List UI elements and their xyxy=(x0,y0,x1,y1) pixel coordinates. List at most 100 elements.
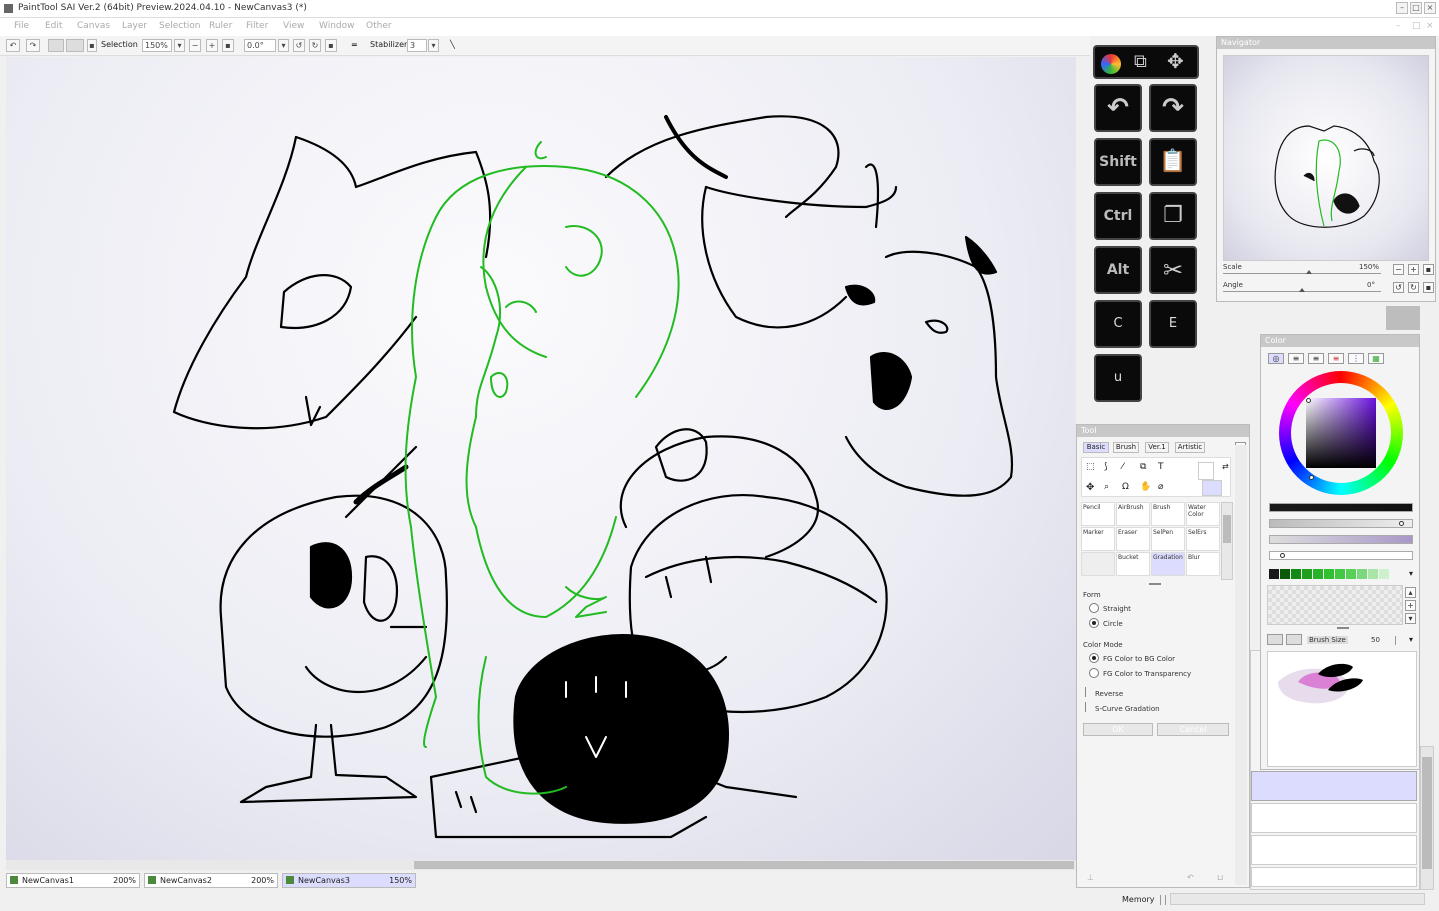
brush-size-dropdown-icon[interactable]: ▾ xyxy=(1409,635,1413,644)
swatch-9[interactable] xyxy=(1357,569,1367,579)
swatch-2[interactable] xyxy=(1280,569,1290,579)
minimize-icon[interactable]: – xyxy=(1396,2,1408,14)
menu-restore-icon[interactable]: □ xyxy=(1412,21,1421,31)
scratch-plus-icon[interactable]: + xyxy=(1405,600,1416,611)
mode-fg-trans-radio[interactable] xyxy=(1089,668,1099,678)
layer-move-icon[interactable]: ⧉ xyxy=(1140,462,1146,472)
rotate-reset-icon[interactable]: ▪ xyxy=(325,39,337,52)
rotate-left-icon[interactable]: ↺ xyxy=(293,39,305,52)
menu-other[interactable]: Other xyxy=(366,21,392,31)
scratch-down-icon[interactable]: ▾ xyxy=(1405,613,1416,624)
layer-row[interactable] xyxy=(1251,835,1417,865)
alt-key[interactable]: Alt xyxy=(1094,246,1142,294)
sv-cursor[interactable] xyxy=(1306,398,1311,403)
color-wheel-icon[interactable] xyxy=(1101,54,1121,74)
tool-eraser[interactable]: Eraser xyxy=(1116,527,1150,551)
scratch-splitter[interactable] xyxy=(1337,627,1349,629)
swatch-1[interactable] xyxy=(1269,569,1279,579)
tab-artistic[interactable]: Artistic xyxy=(1175,442,1205,453)
scale-reset-icon[interactable]: ▪ xyxy=(1423,264,1434,275)
tool-grid-scroll-thumb[interactable] xyxy=(1223,515,1231,543)
layer-row[interactable] xyxy=(1251,803,1417,833)
brush-preset-1[interactable] xyxy=(1267,634,1283,645)
tab-brush[interactable]: Brush xyxy=(1113,442,1139,453)
menu-view[interactable]: View xyxy=(283,21,304,31)
alpha-slider-handle[interactable] xyxy=(1280,553,1285,558)
hsv-slider-mode-icon[interactable]: ≡ xyxy=(1308,353,1324,364)
zoom-out-icon[interactable]: − xyxy=(189,39,201,52)
navigator-preview[interactable] xyxy=(1223,55,1429,261)
swatch-10[interactable] xyxy=(1368,569,1378,579)
drawing-canvas[interactable] xyxy=(6,57,1076,860)
swatch-dropdown-icon[interactable]: ▾ xyxy=(1409,569,1413,578)
rotate-tool-icon[interactable]: Ω xyxy=(1122,482,1129,492)
layer-scrollbar[interactable] xyxy=(1420,746,1434,890)
swap-colors-icon[interactable]: ⇄ xyxy=(1222,462,1229,471)
tool-empty[interactable] xyxy=(1081,552,1115,576)
swatch-8[interactable] xyxy=(1346,569,1356,579)
tool-brush[interactable]: Brush xyxy=(1151,502,1185,526)
angle-field[interactable]: 0.0° xyxy=(244,39,276,52)
maximize-icon[interactable]: □ xyxy=(1410,2,1422,14)
zoom-reset-icon[interactable]: ▪ xyxy=(222,39,234,52)
rgb-slider-b[interactable] xyxy=(1269,535,1413,544)
menu-selection[interactable]: Selection xyxy=(159,21,200,31)
layer-panel-scroll[interactable] xyxy=(1386,306,1420,330)
rotate-reset-nav-icon[interactable]: ▪ xyxy=(1423,282,1434,293)
flip-icon[interactable]: = xyxy=(351,40,358,49)
tool-gradation[interactable]: Gradation xyxy=(1151,552,1185,576)
zoom-in-icon[interactable]: + xyxy=(206,39,218,52)
rotate-left-nav-icon[interactable]: ↺ xyxy=(1393,282,1404,293)
layer-row-selected[interactable] xyxy=(1251,771,1417,801)
canvas-horizontal-scrollbar[interactable] xyxy=(6,860,1076,870)
rotate-right-icon[interactable]: ↻ xyxy=(309,39,321,52)
zoom-dropdown-icon[interactable]: ▾ xyxy=(174,39,185,52)
rgb-slider-mode-icon[interactable]: ≡ xyxy=(1288,353,1304,364)
reverse-checkbox[interactable] xyxy=(1085,687,1086,697)
scurve-checkbox[interactable] xyxy=(1085,702,1086,712)
fg-color-box[interactable] xyxy=(1198,462,1214,480)
layer-scrollbar-thumb[interactable] xyxy=(1422,757,1432,869)
menu-minimize-icon[interactable]: – xyxy=(1396,21,1401,31)
swatch-3[interactable] xyxy=(1291,569,1301,579)
swatch-6[interactable] xyxy=(1324,569,1334,579)
tool-footer-icon-3[interactable]: ⊔ xyxy=(1217,873,1223,882)
redo-key-icon[interactable]: ↷ xyxy=(1149,84,1197,132)
undo-key-icon[interactable]: ↶ xyxy=(1094,84,1142,132)
hue-cursor[interactable] xyxy=(1309,475,1314,480)
g-slider-handle[interactable] xyxy=(1399,521,1404,526)
ctrl-key[interactable]: Ctrl xyxy=(1094,192,1142,240)
tab-ver1[interactable]: Ver.1 xyxy=(1145,442,1169,453)
menu-edit[interactable]: Edit xyxy=(45,21,62,31)
clipboard-icon[interactable]: 📋 xyxy=(1149,138,1197,186)
close-icon[interactable]: × xyxy=(1424,2,1436,14)
scissors-icon[interactable]: ✂ xyxy=(1149,246,1197,294)
form-circle-radio[interactable] xyxy=(1089,618,1099,628)
tool-selers[interactable]: SelErs xyxy=(1186,527,1220,551)
angle-slider-handle[interactable] xyxy=(1299,288,1305,292)
copy-icon[interactable]: ❐ xyxy=(1149,192,1197,240)
undo-icon[interactable]: ↶ xyxy=(6,39,20,52)
move-icon[interactable]: ✥ xyxy=(1167,49,1184,73)
stabilizer-dropdown-icon[interactable]: ▾ xyxy=(428,39,439,52)
saturation-value-square[interactable] xyxy=(1306,398,1376,468)
invert-button[interactable] xyxy=(66,39,84,52)
tool-airbrush[interactable]: AirBrush xyxy=(1116,502,1150,526)
hue-wheel[interactable] xyxy=(1279,371,1403,495)
form-straight-radio[interactable] xyxy=(1089,603,1099,613)
tool-blur[interactable]: Blur xyxy=(1186,552,1220,576)
scale-slider[interactable] xyxy=(1223,273,1381,274)
canvas-tab-1[interactable]: NewCanvas1 200% xyxy=(6,873,140,888)
deselect-button[interactable] xyxy=(48,39,64,52)
scratch-canvas[interactable] xyxy=(1267,651,1417,767)
rgb-slider-r[interactable] xyxy=(1269,503,1413,512)
line-tool-icon[interactable]: ╲ xyxy=(450,40,455,49)
menu-file[interactable]: File xyxy=(14,21,29,31)
scratch-up-icon[interactable]: ▴ xyxy=(1405,587,1416,598)
scrollbar-thumb[interactable] xyxy=(414,861,1074,869)
rgb-slider-g[interactable] xyxy=(1269,519,1413,528)
scale-slider-handle[interactable] xyxy=(1306,270,1312,274)
magic-wand-icon[interactable]: ⁄ xyxy=(1122,462,1124,472)
scratchpad-grid[interactable] xyxy=(1267,585,1403,625)
status-scrollbar[interactable] xyxy=(1170,893,1425,905)
